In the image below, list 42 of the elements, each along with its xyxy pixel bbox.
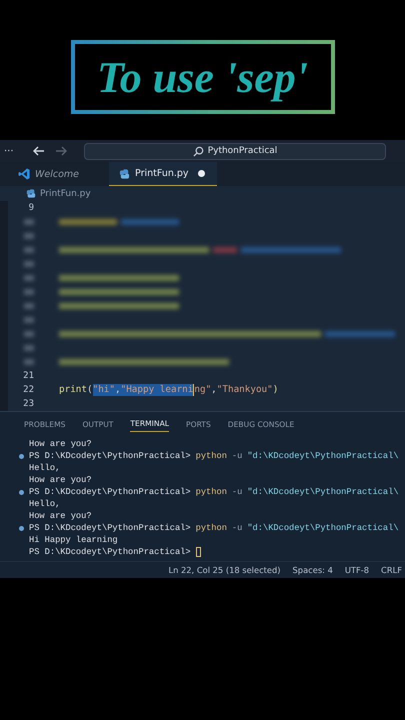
status-item[interactable]: CRLF (381, 565, 402, 575)
terminal-argument: -u (232, 487, 242, 497)
back-arrow-icon[interactable] (32, 144, 46, 158)
line-number: 23 (22, 399, 34, 409)
terminal-cursor (196, 547, 201, 557)
breadcrumb-item[interactable]: PrintFun.py (40, 188, 91, 198)
status-item[interactable]: Ln 22, Col 25 (18 selected) (168, 565, 281, 575)
terminal-output: How are you? (29, 511, 92, 521)
command-status-dot-icon (19, 526, 24, 530)
terminal-prompt: PS D:\KDcodeyt\PythonPractical> (29, 487, 191, 497)
editor-tab[interactable]: PrintFun.py (109, 162, 217, 186)
line-number: 22 (22, 385, 34, 395)
line-number: 21 (22, 371, 34, 381)
terminal-command: python (196, 487, 227, 497)
search-field[interactable]: PythonPractical (84, 142, 386, 160)
menu-button[interactable]: ··· (4, 146, 24, 156)
python-icon (119, 168, 130, 180)
editor-tab[interactable]: Welcome (8, 162, 90, 186)
terminal-prompt: PS D:\KDcodeyt\PythonPractical> (29, 547, 191, 557)
terminal-output: Hello, (29, 463, 60, 473)
terminal-prompt: PS D:\KDcodeyt\PythonPractical> (29, 523, 191, 533)
terminal-argument: -u (232, 451, 242, 461)
terminal-output: How are you? (29, 475, 92, 485)
vscode-logo-icon (18, 168, 30, 180)
python-icon (26, 188, 36, 199)
terminal-argument: "d:\KDcodeyt\PythonPractical\ (247, 487, 399, 497)
status-item[interactable]: UTF-8 (344, 565, 370, 575)
terminal-argument: "d:\KDcodeyt\PythonPractical\ (247, 523, 399, 533)
terminal-prompt: PS D:\KDcodeyt\PythonPractical> (29, 451, 191, 461)
command-status-dot-icon (19, 490, 24, 494)
terminal-command: python (196, 451, 227, 461)
terminal-command: python (196, 523, 227, 533)
search-icon (192, 146, 204, 156)
terminal-argument: "d:\KDcodeyt\PythonPractical\ (247, 451, 399, 461)
terminal-argument: -u (232, 523, 242, 533)
status-item[interactable]: Spaces: 4 (292, 565, 333, 575)
line-number: 9 (28, 203, 34, 213)
terminal-output: Hello, (29, 499, 60, 509)
code-line: print("hi","Happy learni ng","Thankyou") (59, 384, 278, 396)
terminal-output: Hi Happy learning (29, 535, 118, 545)
terminal-output: How are you? (29, 439, 92, 449)
command-status-dot-icon (19, 454, 24, 458)
